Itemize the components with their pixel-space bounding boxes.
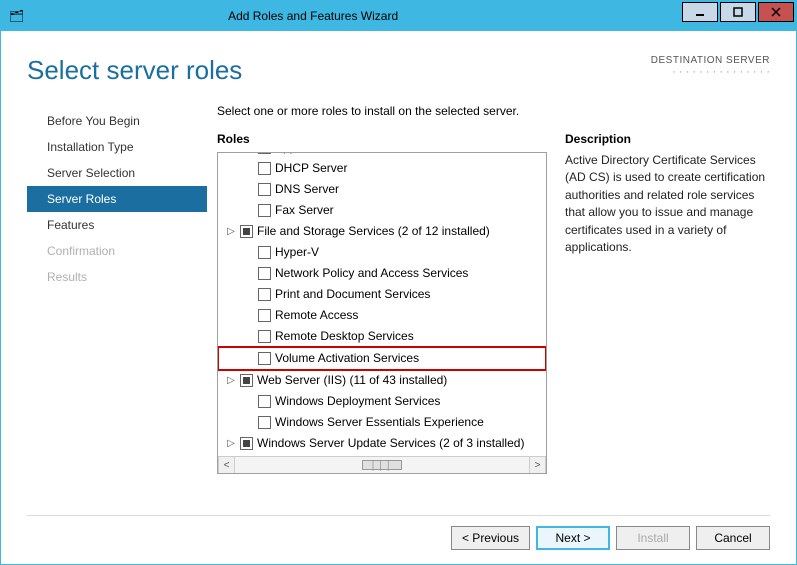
role-checkbox[interactable] (240, 437, 253, 450)
role-checkbox[interactable] (258, 330, 271, 343)
window-title: Add Roles and Features Wizard (0, 9, 682, 23)
role-row[interactable]: Windows Deployment Services (218, 391, 546, 412)
role-row[interactable]: DNS Server (218, 179, 546, 200)
scroll-right-icon[interactable]: > (529, 457, 546, 473)
tree-expand-icon[interactable]: ▷ (226, 434, 236, 453)
nav-step-server-selection[interactable]: Server Selection (27, 160, 207, 186)
destination-info: DESTINATION SERVER · · · · · · · · · · ·… (651, 55, 770, 78)
previous-button[interactable]: < Previous (451, 526, 530, 550)
nav-step-installation-type[interactable]: Installation Type (27, 134, 207, 160)
role-row[interactable]: Remote Access (218, 305, 546, 326)
description-heading: Description (565, 132, 770, 146)
role-checkbox[interactable] (258, 416, 271, 429)
tree-expand-icon[interactable]: ▷ (226, 222, 236, 241)
destination-server: · · · · · · · · · · · · · · · (651, 66, 770, 78)
role-label: DHCP Server (275, 159, 347, 178)
minimize-button[interactable] (682, 2, 718, 22)
role-label: Windows Server Essentials Experience (275, 413, 484, 432)
role-label: DNS Server (275, 180, 339, 199)
role-checkbox[interactable] (258, 183, 271, 196)
role-row[interactable]: Fax Server (218, 200, 546, 221)
role-row[interactable]: Windows Server Essentials Experience (218, 412, 546, 433)
role-checkbox[interactable] (240, 225, 253, 238)
close-button[interactable] (758, 2, 794, 22)
role-checkbox[interactable] (258, 204, 271, 217)
role-row[interactable]: ▷ File and Storage Services (2 of 12 inst… (218, 221, 546, 242)
role-label: Remote Access (275, 306, 358, 325)
role-label: Hyper-V (275, 243, 319, 262)
role-label: Web Server (IIS) (11 of 43 installed) (257, 371, 447, 390)
role-row[interactable]: ▷ Web Server (IIS) (11 of 43 installed) (218, 370, 546, 391)
role-row[interactable]: Network Policy and Access Services (218, 263, 546, 284)
wizard-nav: Before You BeginInstallation TypeServer … (27, 104, 207, 474)
role-label: Windows Server Update Services (2 of 3 i… (257, 434, 524, 453)
scroll-left-icon[interactable]: < (218, 457, 235, 473)
role-label: Network Policy and Access Services (275, 264, 468, 283)
roles-heading: Roles (217, 132, 547, 146)
tree-expand-icon[interactable]: ▷ (226, 371, 236, 390)
role-row[interactable]: DHCP Server (218, 158, 546, 179)
role-row[interactable]: Hyper-V (218, 242, 546, 263)
role-label: Windows Deployment Services (275, 392, 440, 411)
role-row[interactable]: Remote Desktop Services (218, 326, 546, 347)
role-label: File and Storage Services (2 of 12 insta… (257, 222, 490, 241)
role-checkbox[interactable] (258, 352, 271, 365)
role-checkbox[interactable] (258, 267, 271, 280)
role-checkbox[interactable] (258, 395, 271, 408)
description-text: Active Directory Certificate Services (A… (565, 152, 770, 256)
role-label: Fax Server (275, 201, 334, 220)
cancel-button[interactable]: Cancel (696, 526, 770, 550)
role-checkbox[interactable] (258, 288, 271, 301)
role-checkbox[interactable] (258, 246, 271, 259)
nav-step-features[interactable]: Features (27, 212, 207, 238)
next-button[interactable]: Next > (536, 526, 610, 550)
role-checkbox[interactable] (240, 374, 253, 387)
install-button[interactable]: Install (616, 526, 690, 550)
nav-step-results: Results (27, 264, 207, 290)
role-label: Volume Activation Services (275, 349, 419, 368)
title-bar: 🗂 Add Roles and Features Wizard (1, 1, 796, 31)
scroll-thumb[interactable]: │││ (362, 460, 402, 470)
nav-step-before-you-begin[interactable]: Before You Begin (27, 108, 207, 134)
roles-listbox[interactable]: Application ServerDHCP ServerDNS ServerF… (217, 152, 547, 474)
role-row[interactable]: Print and Document Services (218, 284, 546, 305)
horizontal-scrollbar[interactable]: < │││ > (218, 456, 546, 473)
nav-step-confirmation: Confirmation (27, 238, 207, 264)
instruction-text: Select one or more roles to install on t… (217, 104, 770, 118)
role-row[interactable]: ▷ Windows Server Update Services (2 of 3 … (218, 433, 546, 454)
role-label: Remote Desktop Services (275, 327, 414, 346)
role-checkbox[interactable] (258, 162, 271, 175)
nav-step-server-roles[interactable]: Server Roles (27, 186, 207, 212)
wizard-footer: < Previous Next > Install Cancel (27, 515, 770, 550)
role-row[interactable]: Volume Activation Services (218, 347, 546, 370)
page-title: Select server roles (27, 55, 242, 86)
role-checkbox[interactable] (258, 309, 271, 322)
destination-label: DESTINATION SERVER (651, 55, 770, 66)
role-label: Print and Document Services (275, 285, 430, 304)
maximize-button[interactable] (720, 2, 756, 22)
